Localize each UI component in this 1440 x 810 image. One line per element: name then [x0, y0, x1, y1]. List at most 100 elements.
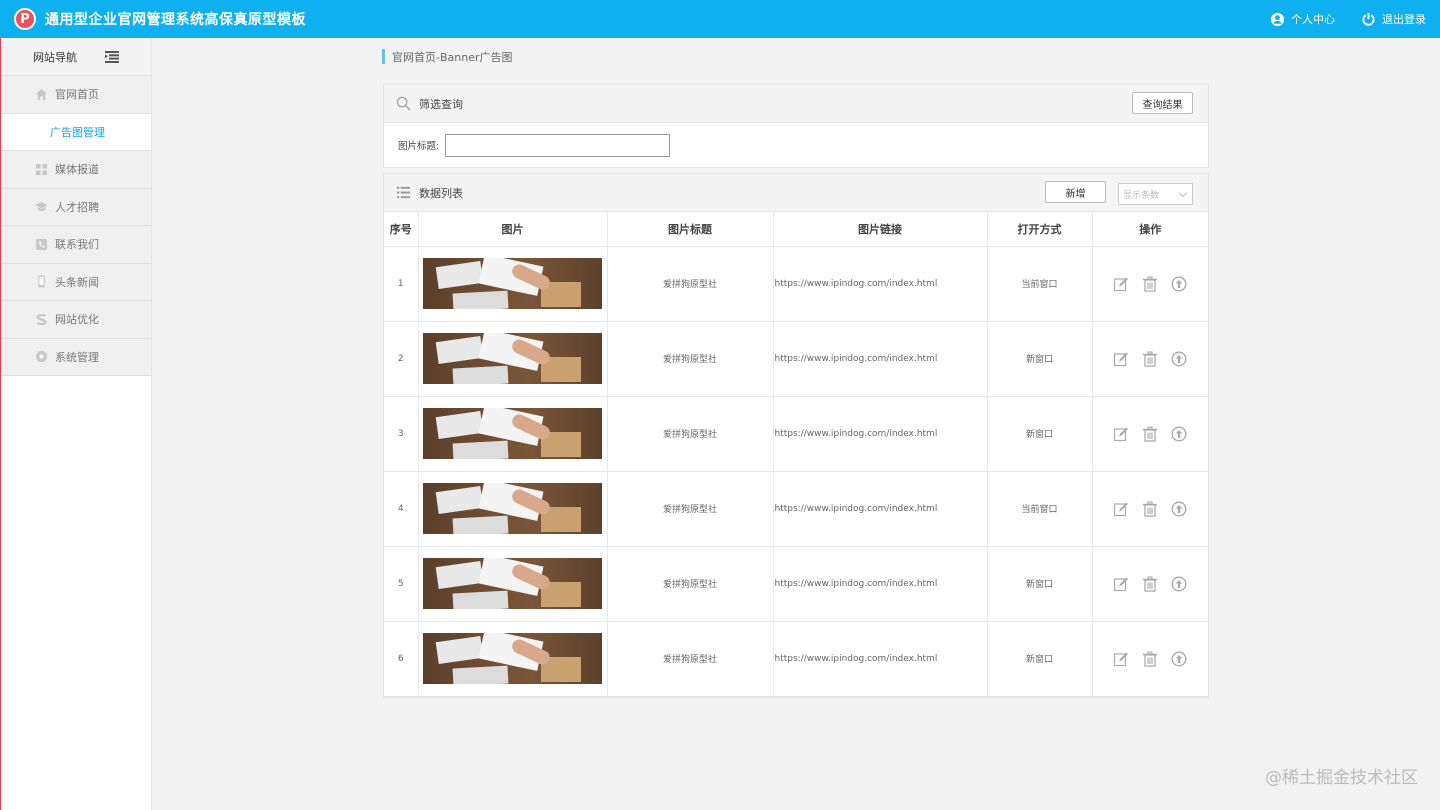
row-actions [1092, 546, 1208, 622]
row-open-mode: 新窗口 [987, 396, 1093, 472]
table-header-row: 序号 图片 图片标题 图片链接 打开方式 操作 [384, 212, 1208, 247]
filter-row: 图片标题: [384, 123, 1208, 167]
sidebar-item-home[interactable]: 官网首页 [1, 76, 151, 114]
user-center-label: 个人中心 [1291, 13, 1335, 26]
data-list-header: 数据列表 新增 显示条数 [384, 174, 1208, 212]
row-number: 3 [384, 396, 419, 472]
row-actions-group [1093, 425, 1209, 442]
edit-icon[interactable] [1113, 576, 1129, 592]
banner-thumbnail [423, 633, 602, 684]
row-number: 1 [384, 246, 419, 322]
table-row: 4 爱拼狗原型社 https://www.ipindog.com/index.htm… [384, 471, 1208, 547]
trash-icon[interactable] [1142, 350, 1158, 367]
edit-icon[interactable] [1113, 351, 1129, 367]
top-bar: P 通用型企业官网管理系统高保真原型模板 个人中心 退出登录 [0, 0, 1440, 38]
row-actions-group [1093, 275, 1209, 292]
row-title: 爱拼狗原型社 [607, 471, 774, 547]
arrow-up-circle-icon[interactable] [1171, 650, 1187, 667]
sidebar-item-recruit[interactable]: 人才招聘 [1, 188, 151, 226]
row-actions [1092, 396, 1209, 472]
row-link: https://www.ipindog.com/index.html [773, 396, 988, 472]
sidebar-item-label: 官网首页 [55, 88, 99, 102]
logout-label: 退出登录 [1382, 13, 1426, 26]
row-actions [1092, 471, 1208, 547]
trash-icon[interactable] [1142, 575, 1158, 592]
list-icon [396, 186, 411, 199]
sidebar-item-news[interactable]: 头条新闻 [1, 263, 151, 301]
user-circle-icon [1270, 12, 1285, 26]
row-number: 5 [384, 546, 419, 622]
table-row: 3 爱拼狗原型社 https://www.ipindog.com/index.htm… [384, 396, 1209, 472]
sidebar-item-system[interactable]: 系统管理 [1, 338, 151, 376]
query-button[interactable]: 查询结果 [1132, 92, 1193, 114]
sidebar-item-label: 网站优化 [55, 313, 99, 327]
row-number: 2 [384, 321, 419, 397]
row-number: 4 [384, 471, 419, 547]
trash-icon[interactable] [1142, 425, 1158, 442]
edit-icon[interactable] [1113, 426, 1129, 442]
app-title: 通用型企业官网管理系统高保真原型模板 [45, 12, 306, 28]
row-open-mode: 当前窗口 [987, 471, 1093, 547]
sidebar-item-media[interactable]: 媒体报道 [1, 151, 151, 189]
edit-icon[interactable] [1113, 501, 1129, 517]
row-title: 爱拼狗原型社 [607, 321, 774, 397]
data-list-panel: 数据列表 新增 显示条数 序号 图片 图片标题 图片链接 打开方式 操作 1 爱拼… [383, 173, 1209, 698]
row-actions-group [1093, 350, 1209, 367]
row-image-cell [418, 621, 608, 697]
menu-toggle-icon[interactable] [105, 50, 119, 63]
row-open-mode: 新窗口 [987, 546, 1093, 622]
data-table: 序号 图片 图片标题 图片链接 打开方式 操作 1 爱拼狗原型社 https://w… [384, 212, 1208, 697]
filter-panel-header: 筛选查询 查询结果 [384, 85, 1208, 123]
row-actions [1092, 321, 1209, 397]
logout-button[interactable]: 退出登录 [1361, 11, 1426, 27]
sidebar: 网站导航 官网首页 广告图管理 媒体报道 人才招聘 联系我们 头条新闻 网站优化… [0, 38, 152, 810]
sidebar-item-label: 广告图管理 [50, 125, 105, 139]
row-actions [1092, 621, 1209, 697]
row-image-cell [418, 321, 608, 397]
banner-thumbnail [423, 333, 602, 384]
sidebar-item-seo[interactable]: 网站优化 [1, 301, 151, 339]
gear-icon [35, 351, 48, 363]
row-link: https://www.ipindog.com/index.html [773, 246, 988, 322]
breadcrumb: 官网首页-Banner广告图 [382, 49, 513, 64]
trash-icon[interactable] [1142, 275, 1158, 292]
column-header: 打开方式 [987, 212, 1093, 247]
edit-icon[interactable] [1113, 276, 1129, 292]
page-size-select[interactable]: 显示条数 [1118, 183, 1193, 205]
banner-thumbnail [423, 558, 602, 609]
graduation-cap-icon [35, 202, 48, 212]
table-row: 6 爱拼狗原型社 https://www.ipindog.com/index.htm… [384, 621, 1209, 697]
column-header: 图片标题 [607, 212, 774, 247]
filter-title: 筛选查询 [419, 97, 463, 111]
arrow-up-circle-icon[interactable] [1171, 575, 1187, 592]
top-actions: 个人中心 退出登录 [1270, 0, 1426, 38]
sidebar-item-contact[interactable]: 联系我们 [1, 226, 151, 264]
row-image-cell [418, 396, 608, 472]
sidebar-item-banner[interactable]: 广告图管理 [1, 113, 151, 151]
row-actions-group [1093, 650, 1209, 667]
sidebar-header: 网站导航 [1, 38, 151, 76]
user-center-button[interactable]: 个人中心 [1270, 11, 1335, 27]
arrow-up-circle-icon[interactable] [1171, 275, 1187, 292]
sidebar-item-label: 系统管理 [55, 350, 99, 364]
s-icon [36, 313, 47, 325]
row-image-cell [418, 471, 608, 547]
sidebar-title: 网站导航 [33, 50, 77, 64]
chevron-down-icon [1178, 188, 1188, 198]
home-icon [35, 88, 48, 100]
arrow-up-circle-icon[interactable] [1171, 500, 1187, 517]
row-link: https://www.ipindog.com/index.html [773, 321, 988, 397]
trash-icon[interactable] [1142, 500, 1158, 517]
sidebar-item-label: 联系我们 [55, 238, 99, 252]
row-link: https://www.ipindog.com/index.html [773, 621, 988, 697]
data-list-title: 数据列表 [419, 186, 463, 200]
add-button[interactable]: 新增 [1045, 181, 1106, 203]
row-title: 爱拼狗原型社 [607, 621, 774, 697]
column-header: 序号 [384, 212, 419, 247]
arrow-up-circle-icon[interactable] [1171, 425, 1187, 442]
image-title-input[interactable] [445, 133, 671, 157]
row-open-mode: 当前窗口 [987, 246, 1093, 322]
trash-icon[interactable] [1142, 650, 1158, 667]
edit-icon[interactable] [1113, 651, 1129, 667]
arrow-up-circle-icon[interactable] [1171, 350, 1187, 367]
